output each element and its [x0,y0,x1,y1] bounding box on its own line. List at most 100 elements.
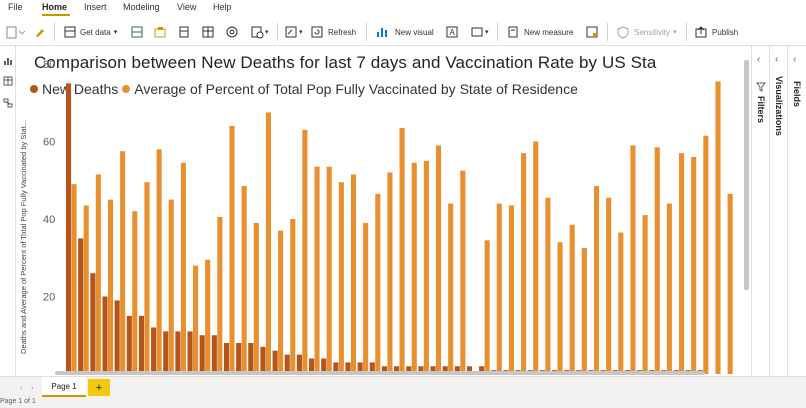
dataverse-button[interactable] [225,24,239,40]
new-deaths-bar[interactable] [187,331,193,375]
vaccinated-bar[interactable] [278,230,284,375]
new-deaths-bar[interactable] [90,273,96,374]
transform-data-button[interactable]: ▾ [284,24,303,40]
visualizations-pane[interactable]: ‹ Visualizations [769,46,787,376]
new-deaths-bar[interactable] [236,343,242,374]
vaccinated-bar[interactable] [314,166,320,374]
vaccinated-bar[interactable] [71,184,77,375]
new-deaths-bar[interactable] [248,343,254,374]
vaccinated-bar[interactable] [496,203,502,375]
horizontal-scrollbar[interactable] [55,371,705,375]
vaccinated-bar[interactable] [350,174,357,374]
vaccinated-bar[interactable] [630,145,636,375]
new-deaths-bar[interactable] [175,331,181,375]
new-visual-button[interactable]: New visual [375,24,434,40]
format-painter-button[interactable] [33,24,47,40]
new-deaths-bar[interactable] [260,346,266,375]
vaccinated-bar[interactable] [448,203,454,375]
vaccinated-bar[interactable] [545,197,551,374]
vaccinated-bar[interactable] [120,151,126,374]
recent-sources-button[interactable]: ▾ [250,24,269,40]
vaccinated-bar[interactable] [387,172,393,375]
vaccinated-bar[interactable] [654,147,660,374]
add-page-button[interactable]: + [88,379,110,396]
vaccinated-bar[interactable] [180,162,186,374]
tab-page-1[interactable]: Page 1 [42,377,86,397]
vaccinated-bar[interactable] [618,232,624,374]
vaccinated-bar[interactable] [144,182,150,374]
vaccinated-bar[interactable] [95,174,101,374]
model-view-icon[interactable] [3,98,13,108]
vaccinated-bar[interactable] [484,240,490,374]
vaccinated-bar[interactable] [290,219,296,374]
menu-file[interactable]: File [8,2,23,12]
new-deaths-bar[interactable] [151,327,157,375]
get-data-button[interactable]: Get data ▾ [63,24,117,40]
vaccinated-bar[interactable] [521,153,527,375]
quick-measure-button[interactable] [585,24,599,40]
filters-pane[interactable]: ‹ Filters [751,46,769,376]
previous-page-icon[interactable]: ‹ [20,383,23,392]
next-page-icon[interactable]: › [31,383,34,392]
vaccinated-bar[interactable] [715,81,721,374]
dataset-button[interactable] [153,24,167,40]
more-visuals-button[interactable]: ▾ [470,24,489,40]
vaccinated-bar[interactable] [107,199,114,375]
sql-server-button[interactable] [177,24,191,40]
vaccinated-bar[interactable] [606,197,612,374]
vaccinated-bar[interactable] [205,259,211,374]
vaccinated-bar[interactable] [436,145,442,375]
new-deaths-bar[interactable] [138,315,144,375]
chevron-left-icon[interactable]: ‹ [775,54,778,65]
new-deaths-bar[interactable] [199,335,205,374]
new-deaths-bar[interactable] [78,238,84,375]
new-deaths-bar[interactable] [114,300,120,375]
vaccinated-bar[interactable] [168,199,174,375]
vaccinated-bar[interactable] [302,129,308,375]
vaccinated-bar[interactable] [265,112,271,374]
excel-button[interactable] [130,24,144,40]
vaccinated-bar[interactable] [593,186,600,374]
data-view-icon[interactable] [3,76,13,86]
vaccinated-bar[interactable] [229,126,235,374]
vaccinated-bar[interactable] [569,224,575,374]
vaccinated-bar[interactable] [193,265,199,375]
vaccinated-bar[interactable] [253,222,259,375]
vaccinated-bar[interactable] [423,160,429,375]
vaccinated-bar[interactable] [375,193,381,374]
chevron-left-icon[interactable]: ‹ [757,54,760,65]
new-deaths-bar[interactable] [163,331,169,375]
vaccinated-bar[interactable] [533,141,539,375]
menu-view[interactable]: View [177,2,196,12]
vaccinated-bar[interactable] [217,217,223,374]
new-deaths-bar[interactable] [102,296,108,375]
vaccinated-bar[interactable] [666,203,672,375]
vaccinated-bar[interactable] [691,157,697,374]
vaccinated-bar[interactable] [363,222,369,375]
menu-help[interactable]: Help [213,2,232,12]
vaccinated-bar[interactable] [679,153,685,375]
vaccinated-bar[interactable] [338,182,344,374]
publish-button[interactable]: Publish [694,24,738,40]
menu-insert[interactable]: Insert [84,2,107,12]
vaccinated-bar[interactable] [83,205,89,374]
vaccinated-bar[interactable] [411,162,417,374]
sensitivity-button[interactable]: Sensitivity ▾ [616,24,677,40]
new-measure-button[interactable]: New measure [506,24,573,40]
report-canvas[interactable]: Comparison between New Deaths for last 7… [16,46,751,376]
new-deaths-bar[interactable] [223,343,230,374]
new-deaths-bar[interactable] [126,315,132,375]
paste-button[interactable] [5,24,27,40]
vaccinated-bar[interactable] [581,248,587,374]
vaccinated-bar[interactable] [241,186,247,374]
vaccinated-bar[interactable] [326,166,332,374]
enter-data-button[interactable] [201,24,215,40]
fields-pane[interactable]: ‹ Fields [787,46,806,376]
chevron-left-icon[interactable]: ‹ [793,54,796,65]
vertical-scrollbar[interactable] [744,60,749,290]
vaccinated-bar[interactable] [156,149,162,374]
new-deaths-bar[interactable] [66,83,72,375]
vaccinated-bar[interactable] [399,127,405,374]
report-view-icon[interactable] [3,56,13,66]
vaccinated-bar[interactable] [132,211,138,374]
